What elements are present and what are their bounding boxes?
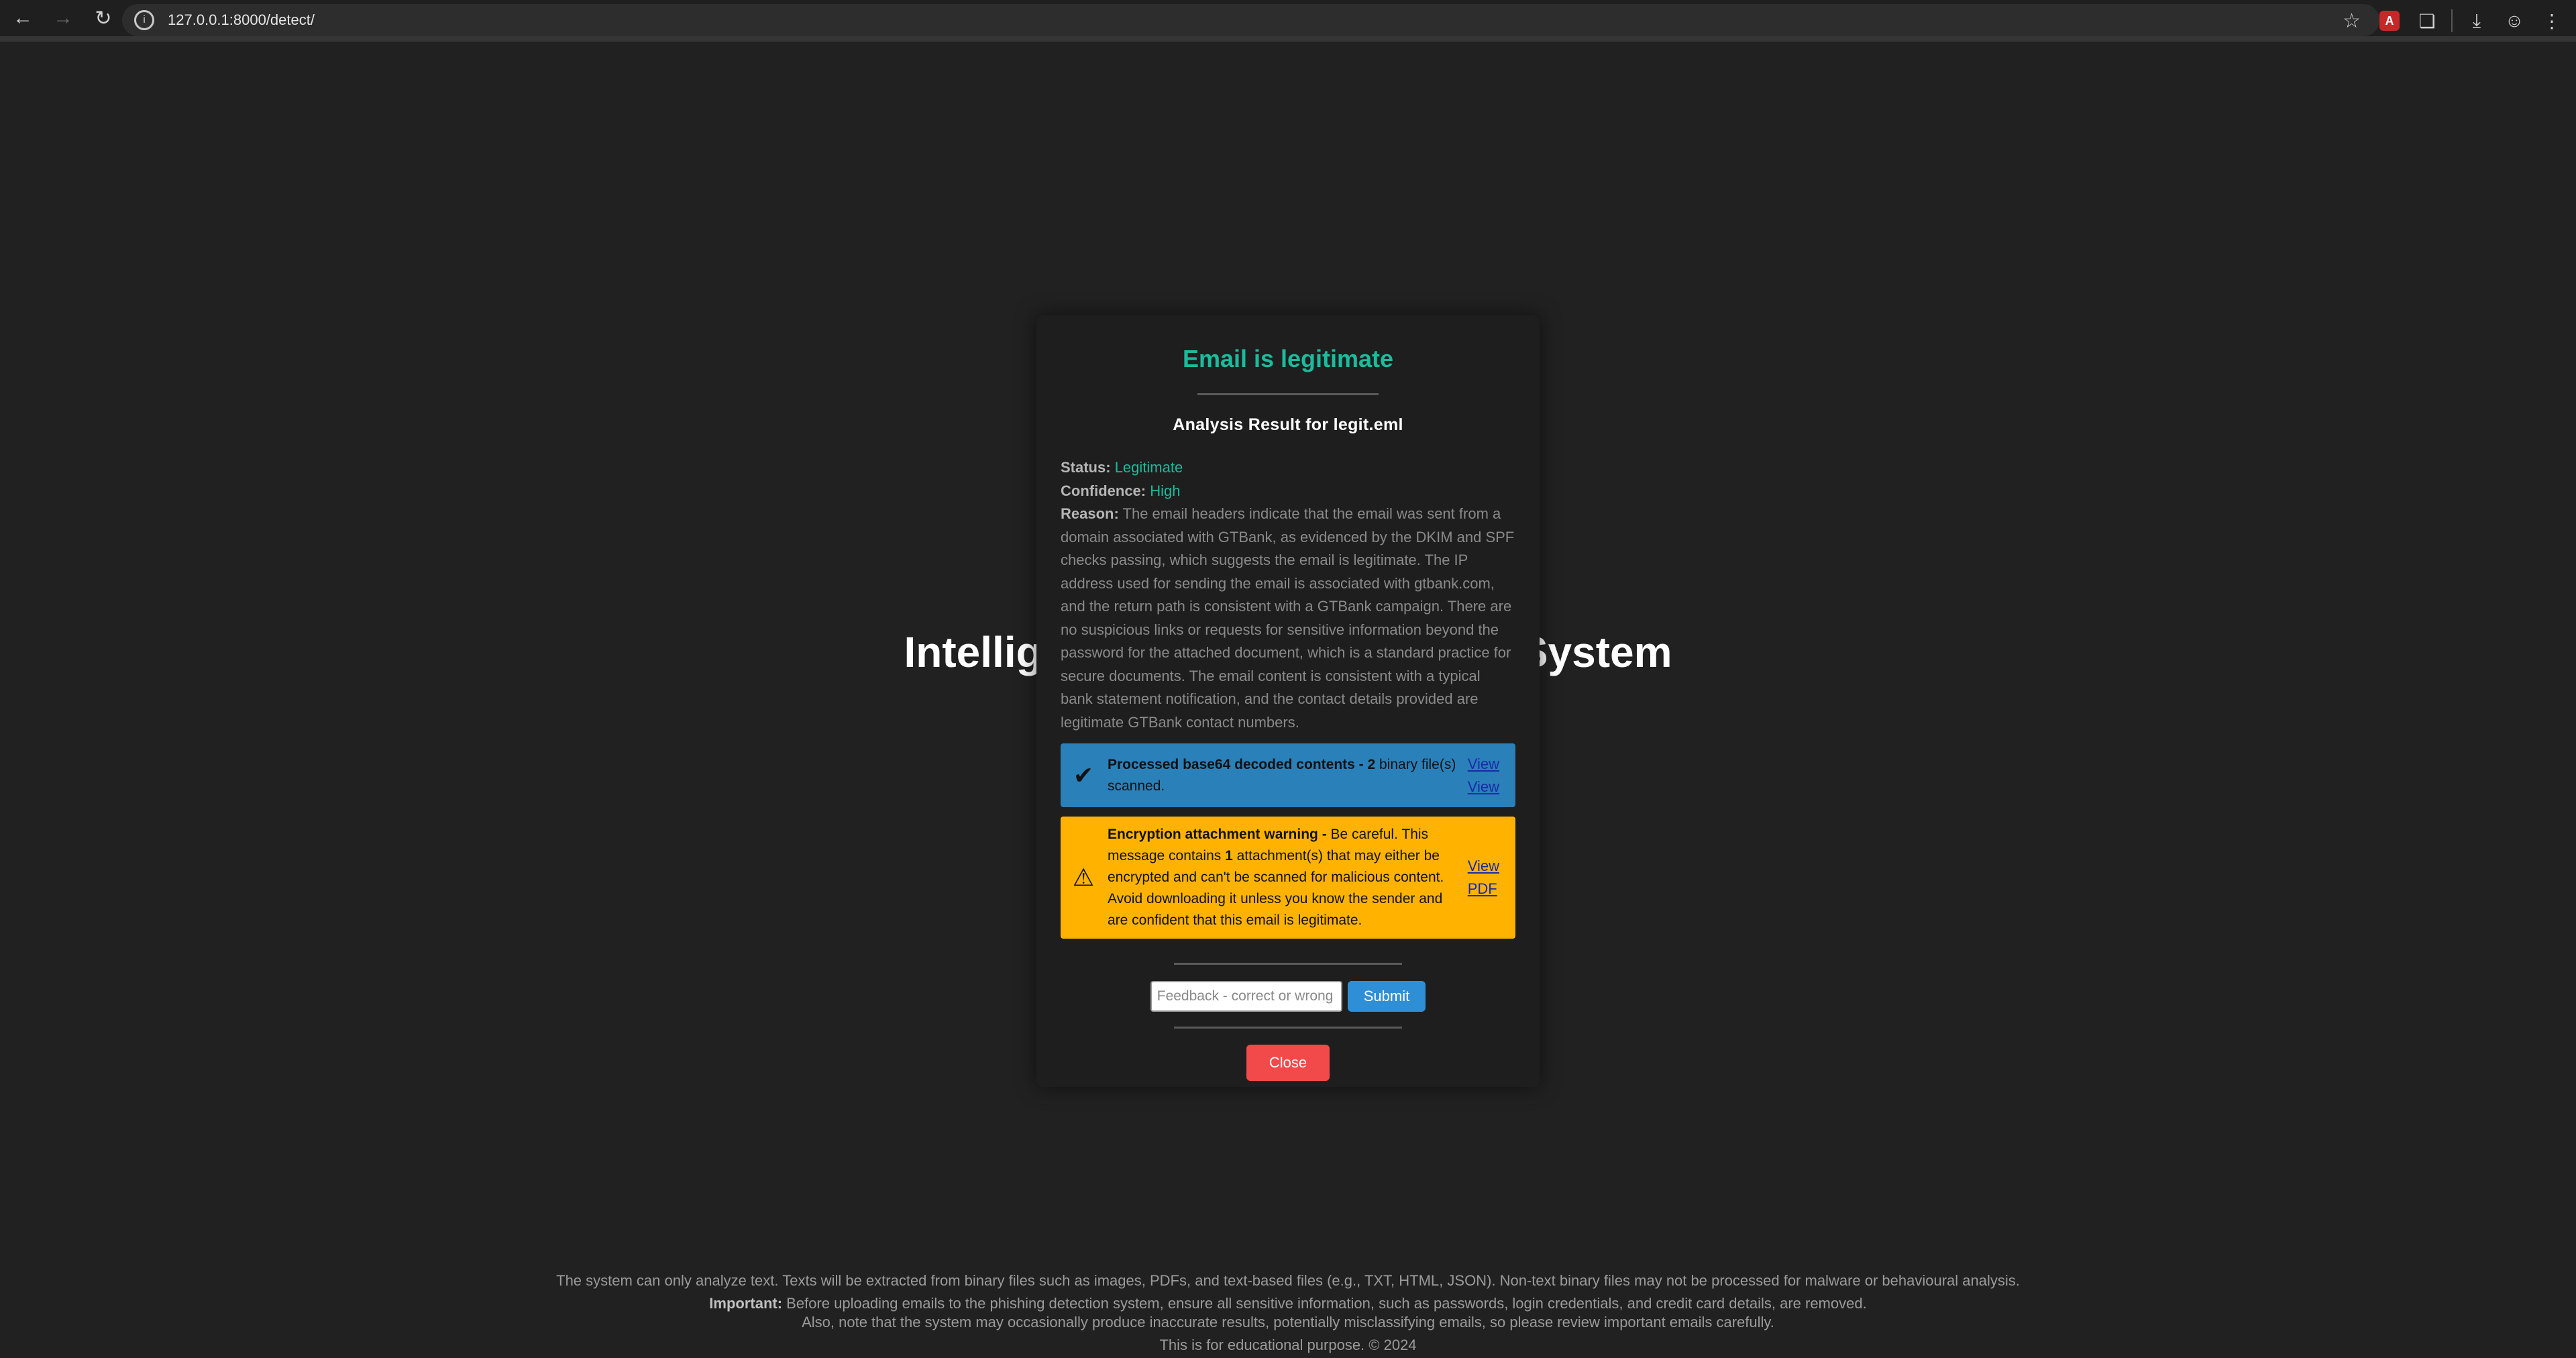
encryption-alert-links: View PDF: [1468, 855, 1499, 900]
confidence-value: High: [1150, 482, 1181, 499]
submit-button[interactable]: Submit: [1347, 981, 1426, 1012]
footer-important-note: Important: Before uploading emails to th…: [0, 1294, 2576, 1313]
extensions-puzzle-icon[interactable]: ❏: [2408, 2, 2446, 40]
base64-alert-links: View View: [1468, 753, 1499, 798]
status-value: Legitimate: [1114, 459, 1183, 476]
profile-icon[interactable]: ☺: [2496, 2, 2533, 40]
pdf-extension-icon[interactable]: A: [2371, 2, 2408, 40]
base64-alert: ✔ Processed base64 decoded contents - 2 …: [1061, 743, 1515, 807]
reason-row: Reason: The email headers indicate that …: [1061, 503, 1515, 734]
analysis-title: Analysis Result for legit.eml: [1173, 415, 1403, 434]
reason-label: Reason:: [1061, 505, 1119, 522]
footer-analysis-note: The system can only analyze text. Texts …: [556, 1272, 2020, 1289]
feedback-input[interactable]: [1150, 981, 1342, 1012]
encryption-alert-bold: Encryption attachment warning -: [1108, 827, 1327, 842]
reload-icon[interactable]: ↻: [83, 0, 123, 38]
encryption-alert: ⚠ Encryption attachment warning - Be car…: [1061, 817, 1515, 939]
divider: [1174, 963, 1402, 965]
bookmark-star-icon[interactable]: ☆: [2343, 9, 2361, 33]
forward-icon[interactable]: →: [43, 0, 83, 38]
view-link[interactable]: View: [1468, 753, 1499, 776]
analysis-details: Status: Legitimate Confidence: High Reas…: [1061, 456, 1515, 734]
confidence-label: Confidence:: [1061, 482, 1146, 499]
footer-copyright: This is for educational purpose. © 2024: [1159, 1337, 1417, 1353]
base64-alert-bold: Processed base64 decoded contents - 2: [1108, 756, 1376, 772]
confidence-row: Confidence: High: [1061, 480, 1515, 503]
back-icon[interactable]: ←: [3, 0, 43, 38]
reason-text: The email headers indicate that the emai…: [1061, 505, 1515, 731]
site-info-icon[interactable]: i: [134, 10, 154, 30]
encryption-alert-text: Encryption attachment warning - Be caref…: [1108, 824, 1457, 931]
important-label: Important:: [709, 1295, 783, 1312]
status-row: Status: Legitimate: [1061, 456, 1515, 480]
result-modal: Email is legitimate Analysis Result for …: [1036, 315, 1540, 1087]
download-icon[interactable]: ⤓: [2458, 2, 2496, 40]
base64-alert-text: Processed base64 decoded contents - 2 bi…: [1108, 754, 1457, 797]
menu-kebab-icon[interactable]: ⋮: [2533, 2, 2571, 40]
pdf-link[interactable]: PDF: [1468, 878, 1499, 900]
warning-icon: ⚠: [1072, 864, 1095, 891]
feedback-form: Submit: [1061, 981, 1515, 1012]
footer-accuracy-note: Also, note that the system may occasiona…: [802, 1314, 1774, 1330]
checkmark-icon: ✔: [1073, 761, 1094, 789]
toolbar-divider: [2451, 9, 2453, 32]
divider: [1174, 1027, 1402, 1029]
attachment-count: 1: [1225, 848, 1233, 864]
status-label: Status:: [1061, 459, 1111, 476]
verdict-heading: Email is legitimate: [1182, 345, 1394, 372]
footer: The system can only analyze text. Texts …: [0, 1271, 2576, 1355]
url-text: 127.0.0.1:8000/detect/: [168, 11, 315, 28]
pdf-extension-badge: A: [2379, 11, 2400, 31]
browser-toolbar: ← → ↻ i 127.0.0.1:8000/detect/ ☆ A ❏ ⤓ ☺…: [0, 0, 2576, 42]
view-link[interactable]: View: [1468, 855, 1499, 878]
close-button[interactable]: Close: [1246, 1045, 1330, 1081]
view-link[interactable]: View: [1468, 776, 1499, 798]
divider: [1197, 393, 1379, 395]
footer-important-text: Before uploading emails to the phishing …: [782, 1295, 1867, 1312]
extensions-area: A ❏ ⤓ ☺ ⋮: [2371, 0, 2576, 42]
address-bar[interactable]: i 127.0.0.1:8000/detect/ ☆: [122, 4, 2379, 36]
